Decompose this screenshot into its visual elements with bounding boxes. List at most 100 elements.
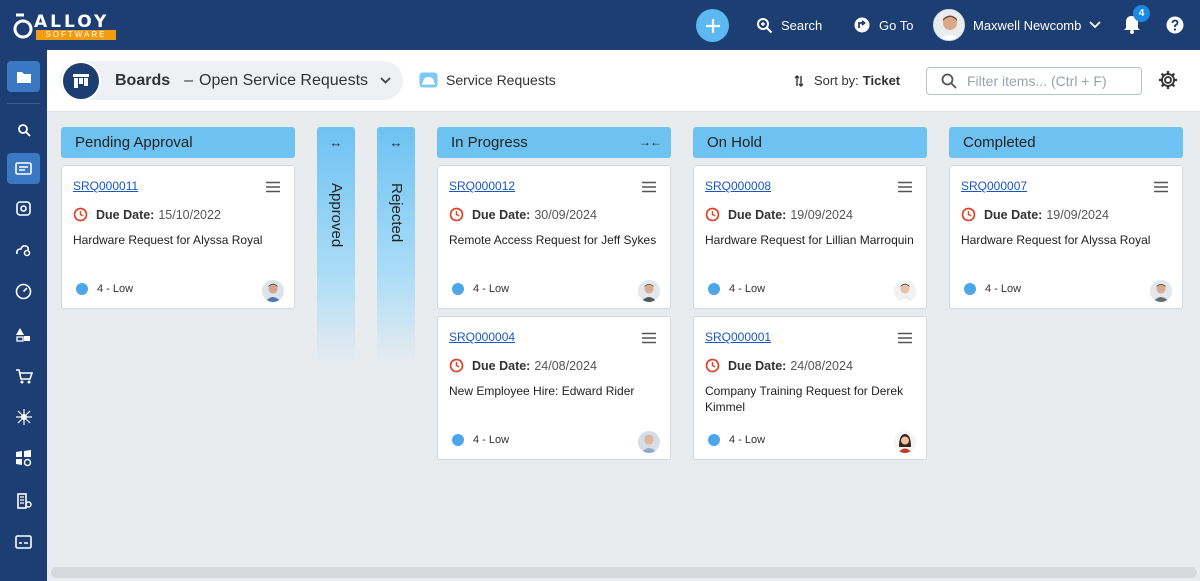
hamburger-menu-icon[interactable] [641,181,657,193]
create-button[interactable] [696,9,729,42]
column-header-on-hold[interactable]: On Hold [693,127,927,158]
column-collapsed-rejected[interactable]: ↔ Rejected [377,127,415,367]
logo-sub: SOFTWARE [36,30,116,40]
ticket-id-link[interactable]: SRQ000011 [73,179,138,193]
horizontal-scrollbar[interactable] [51,567,1197,578]
priority: 4 - Low [708,283,765,295]
priority-label: 4 - Low [985,283,1022,295]
clock-icon [449,207,464,222]
sidebar-item-search[interactable] [7,114,40,145]
priority-label: 4 - Low [473,283,510,295]
expand-arrows-icon[interactable]: ↔ [317,135,355,150]
column-header-completed[interactable]: Completed [949,127,1183,158]
clock-icon [961,207,976,222]
search-icon [17,123,31,137]
sidebar-item-network[interactable] [7,401,40,432]
ticket-card[interactable]: SRQ000004 Due Date: 24/08/2024 New Emplo… [437,316,671,460]
sort-control[interactable]: Sort by: Ticket [794,73,900,88]
due-value: 24/08/2024 [534,358,597,373]
logo-word: ALLOY [34,12,110,32]
sidebar-item-cloud[interactable] [7,234,40,265]
hamburger-menu-icon[interactable] [641,332,657,344]
sidebar-item-building[interactable] [7,485,40,516]
ticket-id-link[interactable]: SRQ000008 [705,179,771,193]
user-avatar [933,9,965,41]
due-label: Due Date: [984,207,1043,222]
column-header-in-progress[interactable]: In Progress →← [437,127,671,158]
due-value: 19/09/2024 [1046,207,1109,222]
help-icon[interactable] [1166,16,1184,34]
assignee-avatar[interactable] [638,431,660,453]
chevron-down-icon [1089,21,1102,29]
collapse-arrows-icon[interactable]: →← [639,127,662,158]
priority: 4 - Low [964,283,1021,295]
ticket-id-link[interactable]: SRQ000012 [449,179,515,193]
sidebar-item-apps[interactable] [7,443,40,474]
ticket-title: Hardware Request for Alyssa Royal [73,233,263,247]
hamburger-menu-icon[interactable] [897,332,913,344]
column-header-pending-approval[interactable]: Pending Approval [61,127,295,158]
due-value: 30/09/2024 [534,207,597,222]
due-date: Due Date: 19/09/2024 [705,207,853,222]
board-name: – Open Service Requests [184,72,368,90]
sidebar-item-service-desk[interactable] [7,153,40,184]
priority-dot [452,434,464,446]
due-date: Due Date: 30/09/2024 [449,207,597,222]
service-requests-link[interactable]: Service Requests [419,72,556,88]
cloud-settings-icon [16,245,31,257]
due-date: Due Date: 19/09/2024 [961,207,1109,222]
sort-prefix: Sort by: [814,73,859,88]
clock-icon [449,358,464,373]
ticket-id-link[interactable]: SRQ000004 [449,330,515,344]
assignee-avatar[interactable] [262,280,284,302]
sidebar-item-cart[interactable] [7,360,40,391]
column-title: Approved [328,183,345,248]
expand-arrows-icon[interactable]: ↔ [377,135,415,150]
building-icon [16,493,32,509]
priority-dot [76,283,88,295]
sidebar-item-folders[interactable] [7,61,40,92]
sidebar-item-assets[interactable] [7,193,40,224]
priority: 4 - Low [76,283,133,295]
assignee-avatar[interactable] [638,280,660,302]
ticket-title: Remote Access Request for Jeff Sykes [449,233,657,247]
goto-button[interactable]: Go To [853,0,913,50]
user-menu[interactable]: Maxwell Newcomb [933,9,1102,41]
hamburger-menu-icon[interactable] [265,181,281,193]
ticket-card[interactable]: SRQ000011 Due Date: 15/10/2022 Hardware … [61,165,295,309]
user-name: Maxwell Newcomb [973,17,1082,33]
kanban-board-icon [61,60,101,101]
shapes-icon [16,328,30,342]
alloy-logo[interactable]: ALLOY SOFTWARE [12,10,116,40]
hamburger-menu-icon[interactable] [897,181,913,193]
column-title: Completed [963,134,1036,151]
service-requests-label: Service Requests [446,72,556,88]
column-collapsed-approved[interactable]: ↔ Approved [317,127,355,367]
priority-dot [452,283,464,295]
ticket-card[interactable]: SRQ000007 Due Date: 19/09/2024 Hardware … [949,165,1183,309]
sidebar-item-browser[interactable] [7,526,40,557]
board-selector[interactable]: Boards – Open Service Requests [60,60,403,101]
goto-icon [854,17,870,33]
sidebar-item-shapes[interactable] [7,319,40,350]
ticket-card[interactable]: SRQ000001 Due Date: 24/08/2024 Company T… [693,316,927,460]
column-title: On Hold [707,134,763,151]
hamburger-menu-icon[interactable] [1153,181,1169,193]
assignee-avatar[interactable] [894,431,916,453]
priority-dot [708,434,720,446]
filter-placeholder: Filter items... (Ctrl + F) [967,73,1107,89]
sidebar-item-dashboard[interactable] [7,276,40,307]
due-label: Due Date: [96,207,155,222]
board-header: Boards – Open Service Requests Service Re… [47,50,1200,112]
ticket-id-link[interactable]: SRQ000007 [961,179,1027,193]
ticket-card[interactable]: SRQ000008 Due Date: 19/09/2024 Hardware … [693,165,927,309]
ticket-id-link[interactable]: SRQ000001 [705,330,771,344]
search-button[interactable]: Search [756,0,822,50]
filter-input[interactable]: Filter items... (Ctrl + F) [926,67,1142,95]
ticket-title: Company Training Request for Derek Kimme… [705,384,904,414]
assignee-avatar[interactable] [894,280,916,302]
gear-icon[interactable] [1158,70,1178,90]
priority-label: 4 - Low [473,434,510,446]
assignee-avatar[interactable] [1150,280,1172,302]
ticket-card[interactable]: SRQ000012 Due Date: 30/09/2024 Remote Ac… [437,165,671,309]
